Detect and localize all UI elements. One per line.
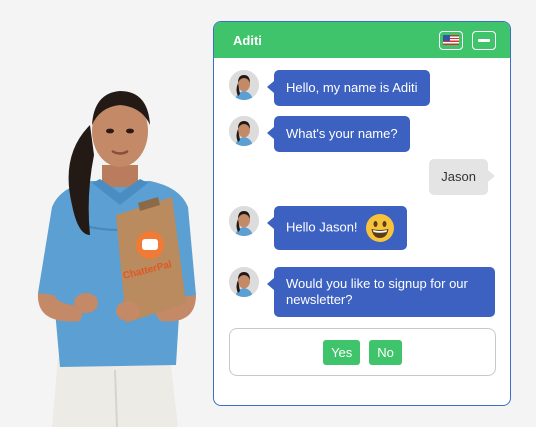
bot-avatar <box>229 206 259 236</box>
avatar-character: ChatterPal <box>20 85 220 427</box>
quick-reply-panel: Yes No <box>229 328 496 376</box>
bot-message-bubble: Hello Jason! <box>266 206 408 250</box>
message-row: Hello Jason! <box>229 206 408 250</box>
yes-button[interactable]: Yes <box>323 339 361 365</box>
chat-widget: Aditi Hello, my name is Aditi What's you… <box>213 21 511 406</box>
us-flag-icon <box>443 35 459 45</box>
bot-message-bubble: Would you like to signup for our newslet… <box>267 267 495 317</box>
bot-avatar <box>229 267 259 297</box>
message-row: Would you like to signup for our newslet… <box>229 267 495 317</box>
message-row: What's your name? <box>229 116 410 152</box>
bot-avatar <box>229 70 259 100</box>
bot-message-bubble: What's your name? <box>267 116 410 152</box>
user-message-bubble: Jason <box>429 159 495 195</box>
language-button[interactable] <box>439 30 463 50</box>
message-row: Jason <box>429 159 495 195</box>
minimize-button[interactable] <box>472 30 496 50</box>
message-row: Hello, my name is Aditi <box>229 70 430 106</box>
bot-message-bubble: Hello, my name is Aditi <box>267 70 430 106</box>
chat-header: Aditi <box>214 22 510 58</box>
no-button[interactable]: No <box>369 339 402 365</box>
chat-title: Aditi <box>233 32 262 48</box>
grinning-face-emoji <box>366 214 395 242</box>
bot-avatar <box>229 116 259 146</box>
bot-message-text: Hello Jason! <box>286 219 358 235</box>
minus-icon <box>478 38 490 42</box>
